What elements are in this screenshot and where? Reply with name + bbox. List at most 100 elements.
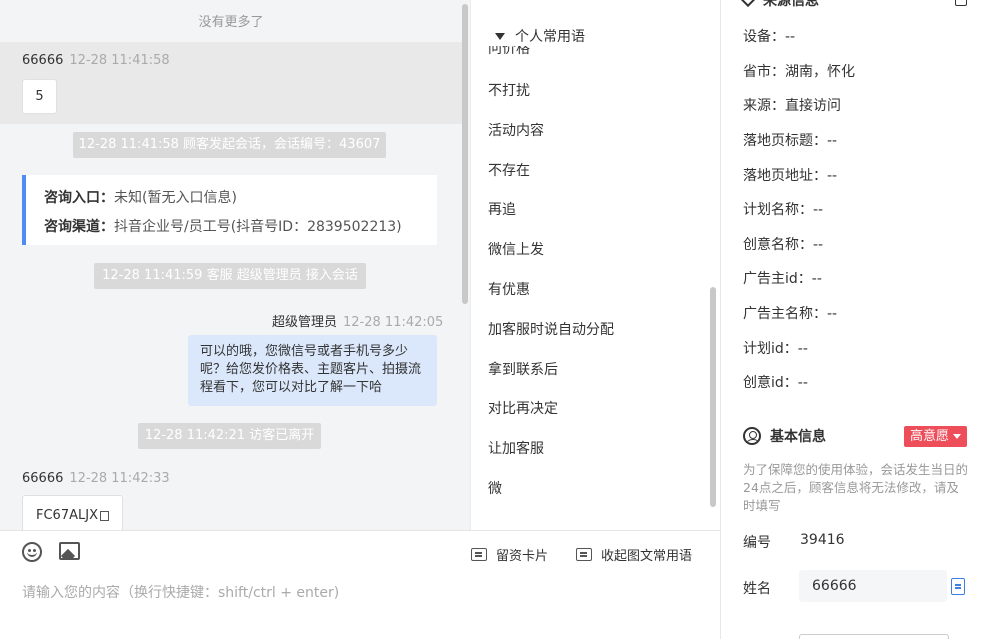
phrases-scrollbar[interactable]	[710, 287, 716, 507]
info-label: 落地页地址：	[743, 168, 827, 184]
info-label: 广告主id：	[743, 271, 812, 287]
chat-scrollbar[interactable]	[462, 4, 468, 304]
info-value: --	[785, 29, 796, 45]
phrase-item[interactable]: 不存在	[488, 160, 530, 180]
info-label: 计划id：	[743, 341, 798, 357]
edit-icon[interactable]	[955, 0, 967, 6]
phrases-group-header[interactable]: 个人常用语	[495, 26, 585, 46]
phrase-item[interactable]: 微	[488, 478, 502, 498]
phrase-item[interactable]: 再追	[488, 199, 516, 219]
info-label: 落地页标题：	[743, 133, 827, 149]
no-more-text: 没有更多了	[198, 15, 264, 30]
message-time: 12-28 11:41:58	[69, 53, 170, 68]
chat-panel[interactable]: 没有更多了 66666 12-28 11:41:58 5 12-28 11:41:…	[0, 0, 470, 530]
info-row: 广告主名称：--	[743, 303, 837, 323]
info-value: --	[797, 341, 808, 357]
info-label: 计划名称：	[743, 202, 813, 218]
consult-info-card: 咨询入口：未知(暂无入口信息) 咨询渠道：抖音企业号/员工号(抖音号ID：283…	[22, 175, 437, 245]
basic-info-title: 基本信息	[770, 429, 826, 445]
phrase-item[interactable]: 微信上发	[488, 239, 544, 259]
info-label: 创意名称：	[743, 237, 813, 253]
card-icon	[471, 548, 487, 561]
channel-value: 抖音企业号/员工号(抖音号ID：2839502213)	[114, 219, 402, 235]
next-field[interactable]	[799, 634, 949, 639]
sender-name: 66666	[22, 53, 64, 68]
info-label: 设备：	[743, 29, 785, 45]
collapse-phrases-button[interactable]: 收起图文常用语	[576, 545, 692, 564]
caret-down-icon	[495, 32, 505, 40]
message-time: 12-28 11:42:33	[69, 471, 170, 486]
info-row: 省市：湖南，怀化	[743, 61, 855, 81]
sender-name: 超级管理员	[272, 315, 338, 330]
phrase-item[interactable]: 加客服时说自动分配	[488, 319, 614, 339]
emoji-icon[interactable]	[22, 542, 42, 562]
phrases-group-title: 个人常用语	[515, 29, 585, 45]
message-text: 可以的哦，您微信号或者手机号多少呢？给您发价格表、主题客片、拍摄流程看下，您可以…	[200, 344, 422, 395]
info-row: 广告主id：--	[743, 268, 822, 288]
info-value: --	[827, 306, 838, 322]
message-text: 5	[35, 89, 44, 104]
info-value: --	[813, 202, 824, 218]
info-row: 落地页标题：--	[743, 130, 837, 150]
phrase-item[interactable]: 活动内容	[488, 120, 544, 140]
info-row: 来源：直接访问	[743, 95, 841, 115]
entry-value: 未知(暂无入口信息)	[114, 190, 237, 206]
phrase-item[interactable]: 不打扰	[488, 80, 530, 100]
info-row: 计划名称：--	[743, 199, 823, 219]
phrase-item[interactable]: 让加客服	[488, 438, 544, 458]
info-row: 创意id：--	[743, 372, 808, 392]
info-row: 设备：--	[743, 26, 795, 46]
sender-name: 66666	[22, 471, 64, 486]
message-meta: 超级管理员 12-28 11:42:05	[272, 311, 443, 330]
info-row: 创意名称：--	[743, 234, 823, 254]
customer-info-panel[interactable]: 来源信息 设备：-- 省市：湖南，怀化 来源：直接访问 落地页标题：-- 落地页…	[720, 0, 988, 639]
lead-card-label: 留资卡片	[496, 549, 549, 564]
message-bubble[interactable]: FC67ALJX	[22, 495, 123, 530]
agent-message-bubble[interactable]: 可以的哦，您微信号或者手机号多少呢？给您发价格表、主题客片、拍摄流程看下，您可以…	[188, 335, 437, 406]
message-bubble[interactable]: 5	[22, 79, 57, 114]
info-value: 湖南，怀化	[785, 64, 855, 80]
source-info-header: 来源信息	[740, 0, 819, 10]
info-label: 创意id：	[743, 375, 798, 391]
info-value: --	[811, 271, 822, 287]
collapse-phrases-label: 收起图文常用语	[601, 549, 693, 564]
info-label: 来源：	[743, 98, 785, 114]
diamond-icon	[740, 0, 756, 8]
message-time: 12-28 11:42:05	[343, 315, 444, 330]
info-row: 落地页地址：--	[743, 165, 837, 185]
message-meta: 66666 12-28 11:41:58	[22, 53, 170, 68]
phrases-panel[interactable]: 问价格 个人常用语 不打扰 活动内容 不存在 再追 微信上发 有优惠 加客服时说…	[470, 0, 720, 530]
info-value: --	[827, 133, 838, 149]
phrase-item[interactable]: 对比再决定	[488, 398, 558, 418]
basic-info-header: 基本信息	[743, 426, 826, 446]
caret-down-icon	[953, 434, 962, 439]
message-input[interactable]: 请输入您的内容（换行快捷键：shift/ctrl + enter)	[22, 582, 339, 602]
intent-level-dropdown[interactable]: 高意愿	[904, 426, 968, 447]
message-input-area[interactable]: 留资卡片 收起图文常用语 请输入您的内容（换行快捷键：shift/ctrl + …	[0, 530, 720, 639]
intent-level-label: 高意愿	[910, 429, 950, 444]
system-notice: 12-28 11:41:59 客服 超级管理员 接入会话	[94, 263, 366, 289]
info-value: --	[813, 237, 824, 253]
user-icon	[743, 427, 761, 445]
system-notice: 12-28 11:41:58 顾客发起会话，会话编号：43607	[73, 132, 386, 158]
card-icon	[576, 548, 592, 561]
document-icon[interactable]	[951, 578, 965, 595]
phrase-item[interactable]: 有优惠	[488, 279, 530, 299]
name-field[interactable]: 66666	[799, 570, 947, 602]
message-meta: 66666 12-28 11:42:33	[22, 471, 170, 486]
system-notice: 12-28 11:42:21 访客已离开	[138, 423, 321, 449]
copy-icon[interactable]	[99, 511, 109, 521]
lead-card-button[interactable]: 留资卡片	[471, 545, 548, 564]
channel-label: 咨询渠道：	[44, 219, 114, 235]
source-info-title: 来源信息	[763, 0, 819, 9]
id-label: 编号	[743, 535, 771, 551]
info-label: 省市：	[743, 64, 785, 80]
entry-label: 咨询入口：	[44, 190, 114, 206]
info-value: --	[797, 375, 808, 391]
info-row: 计划id：--	[743, 338, 808, 358]
edit-notice: 为了保障您的使用体验，会话发生当日的24点之后，顾客信息将无法修改，请及时填写	[743, 462, 969, 513]
image-icon[interactable]	[59, 542, 80, 560]
name-label: 姓名	[743, 581, 771, 597]
phrase-item[interactable]: 拿到联系后	[488, 359, 558, 379]
info-value: --	[827, 168, 838, 184]
